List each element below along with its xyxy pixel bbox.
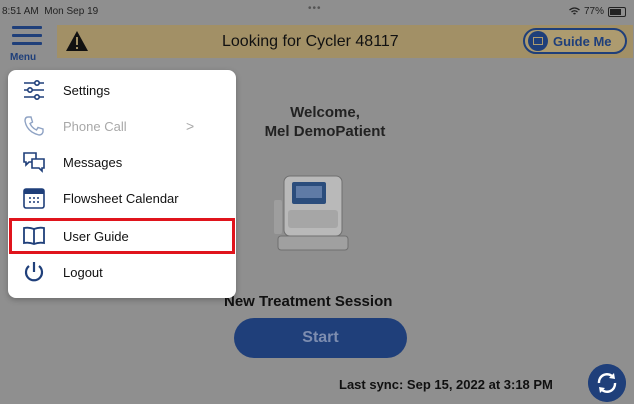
- sliders-icon: [24, 79, 44, 100]
- menu-item-label: Flowsheet Calendar: [63, 191, 179, 206]
- guide-book-icon: [528, 31, 548, 51]
- power-icon: [24, 262, 44, 282]
- chat-bubbles-icon: [23, 152, 45, 173]
- patient-name: Mel DemoPatient: [264, 123, 386, 140]
- status-bar: 8:51 AM Mon Sep 19 ••• 77%: [0, 0, 634, 22]
- hamburger-icon: [12, 26, 42, 29]
- menu-item-settings[interactable]: Settings: [8, 72, 236, 108]
- status-time: 8:51 AM Mon Sep 19: [2, 6, 99, 17]
- menu-button[interactable]: Menu: [10, 26, 44, 63]
- cycler-device-image: [274, 175, 349, 251]
- battery-percent: 77%: [583, 6, 604, 17]
- menu-item-logout[interactable]: Logout: [8, 254, 236, 290]
- welcome-text: Welcome, Mel DemoPatient: [240, 103, 410, 141]
- status-banner: Looking for Cycler 48117 Guide Me: [57, 25, 633, 58]
- menu-item-messages[interactable]: Messages: [8, 144, 236, 180]
- menu-item-label: Settings: [63, 83, 110, 98]
- phone-icon: [24, 116, 44, 136]
- guide-me-button[interactable]: Guide Me: [523, 28, 627, 54]
- battery-icon: [608, 6, 626, 17]
- wifi-icon: [569, 7, 580, 15]
- menu-item-flowsheet-calendar[interactable]: Flowsheet Calendar: [8, 180, 236, 216]
- menu-item-phone-call[interactable]: Phone Call >: [8, 108, 236, 144]
- calendar-icon: [23, 188, 45, 209]
- welcome-line1: Welcome,: [290, 104, 360, 121]
- chevron-right-icon: >: [186, 118, 195, 134]
- menu-item-label: Messages: [63, 155, 123, 170]
- guide-me-label: Guide Me: [553, 33, 612, 49]
- start-button[interactable]: Start: [234, 318, 407, 358]
- last-sync-text: Last sync: Sep 15, 2022 at 3:18 PM: [339, 377, 553, 392]
- sync-button[interactable]: [588, 364, 626, 402]
- menu-panel: Settings Phone Call > Messages Flowsheet…: [8, 70, 236, 298]
- multitask-dots: •••: [308, 3, 322, 14]
- status-indicators: 77%: [569, 6, 626, 17]
- menu-item-label: Phone Call: [63, 119, 127, 134]
- user-guide-highlight: [9, 218, 235, 254]
- menu-item-label: Logout: [63, 265, 103, 280]
- banner-message: Looking for Cycler 48117: [222, 33, 399, 50]
- warning-icon: [66, 31, 88, 51]
- menu-label: Menu: [10, 52, 37, 63]
- session-title: New Treatment Session: [224, 293, 393, 310]
